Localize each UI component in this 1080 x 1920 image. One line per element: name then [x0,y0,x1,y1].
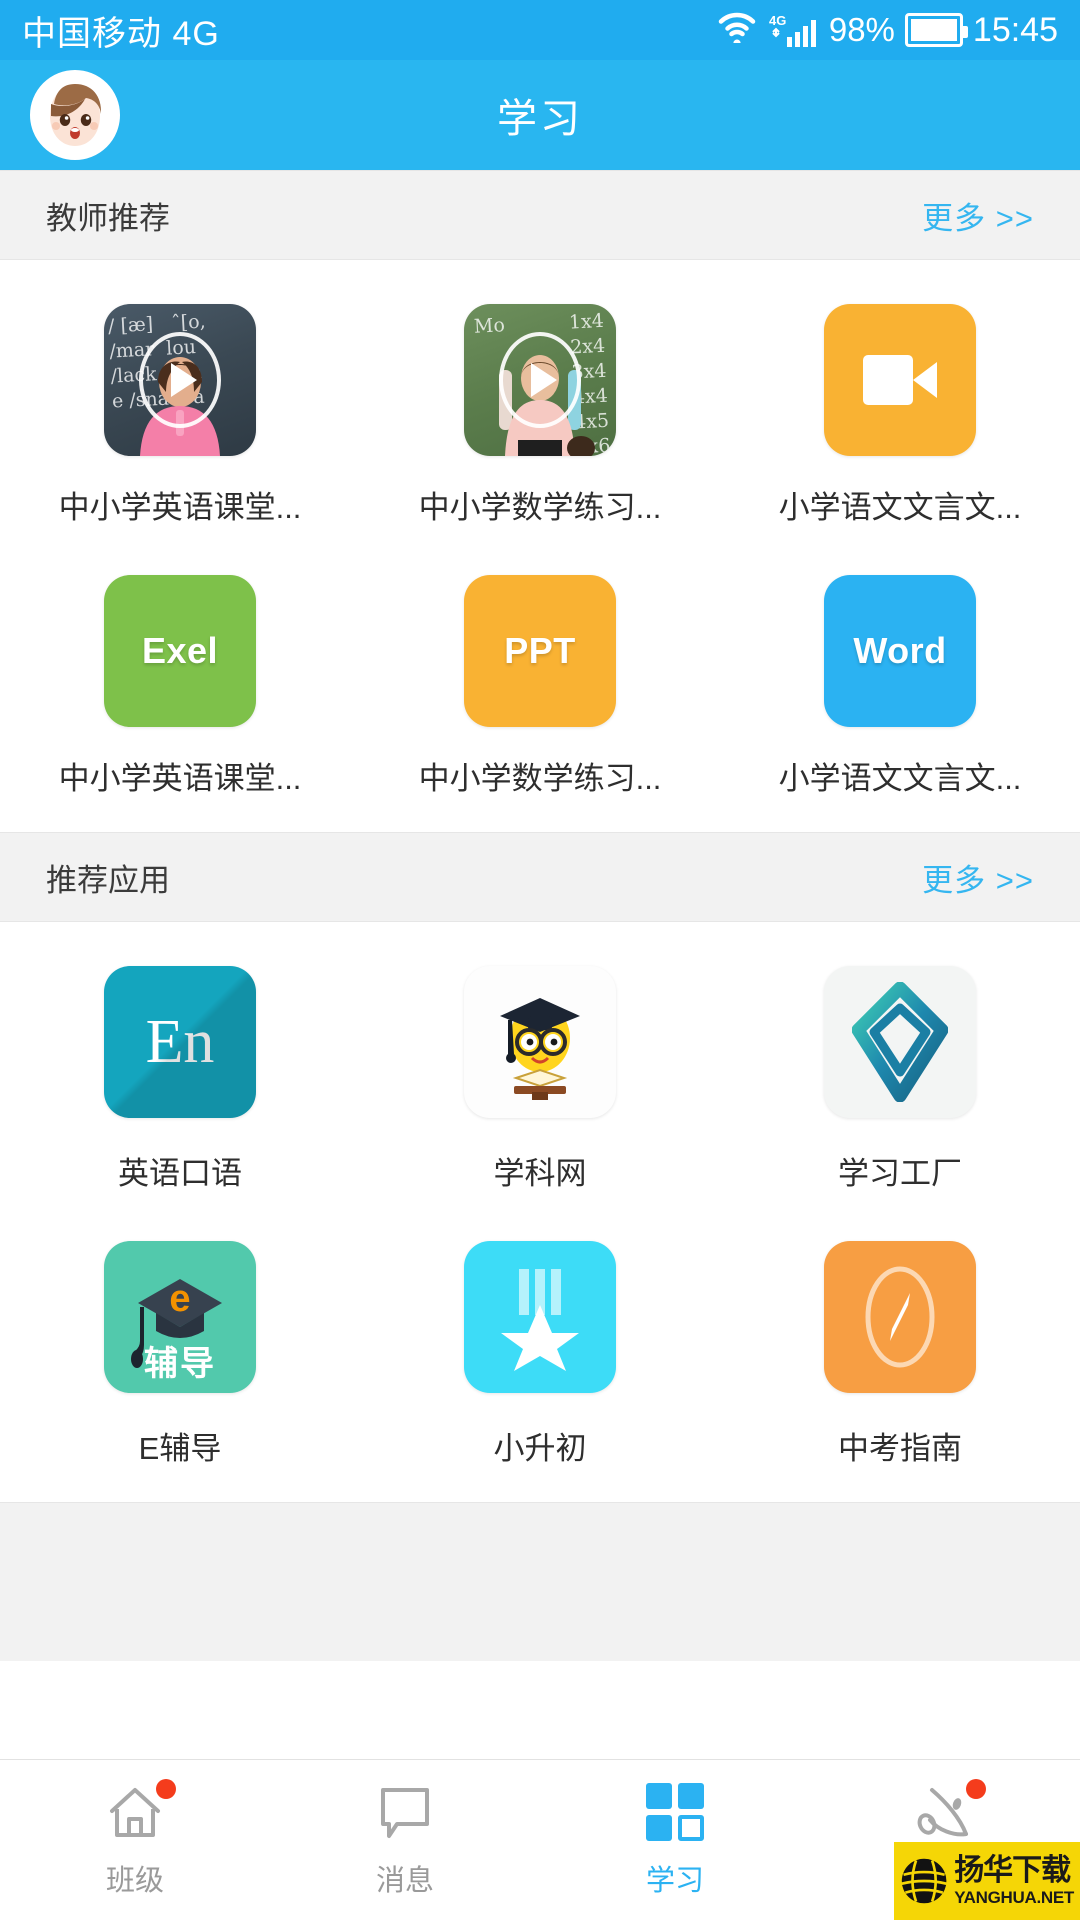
app-item-label: 中考指南 [838,1431,962,1466]
page-title: 学习 [497,97,583,141]
tab-study[interactable]: 学习 [540,1760,810,1920]
grid-row: En 英语口语 [0,944,1080,1219]
watermark-logo-icon [901,1858,947,1904]
more-link-teacher-recommend[interactable]: 更多 >> [922,193,1034,238]
app-item-label: 学习工厂 [838,1156,962,1191]
word-icon[interactable]: Word [824,575,976,727]
excel-icon[interactable]: Exel [104,575,256,727]
grid-item-label: 小学语文文言文... [778,761,1022,796]
section-header-recommend-apps: 推荐应用 更多 >> [0,832,1080,922]
app-item-label: E辅导 [138,1431,222,1466]
video-camera-icon[interactable] [824,304,976,456]
discover-icon [914,1779,986,1843]
wifi-icon [715,9,759,52]
grid-item[interactable]: 小学语文文言文... [720,282,1080,553]
grid-item[interactable]: / [æ] ˆ[o, /mar lou /lack coa e /sna ba … [0,282,360,553]
play-icon[interactable] [499,332,581,428]
english-speaking-icon[interactable]: En [104,966,256,1118]
section-title: 教师推荐 [46,200,170,236]
grid-icon [644,1781,706,1843]
teacher-recommend-grid: / [æ] ˆ[o, /mar lou /lack coa e /sna ba … [0,260,1080,832]
grid-item-label: 中小学数学练习... [418,761,662,796]
watermark: 扬华下载 YANGHUA.NET [894,1842,1080,1920]
battery-percent-label: 98% [828,11,895,48]
tile-text: PPT [504,630,576,671]
grid-item-label: 小学语文文言文... [778,490,1022,525]
svg-text:辅导: 辅导 [144,1345,216,1383]
status-icons: 4G 98% 15:45 [715,9,1058,52]
study-factory-icon[interactable] [824,966,976,1118]
medal-star-icon[interactable] [464,1241,616,1393]
section-title: 推荐应用 [46,862,170,898]
watermark-en-label: YANGHUA.NET [954,1888,1074,1907]
grid-row: Exel 中小学英语课堂... PPT 中小学数学练习... Word 小学语文… [0,553,1080,824]
signal-4g-icon: 4G [769,12,819,48]
ppt-icon[interactable]: PPT [464,575,616,727]
message-icon [374,1781,436,1843]
clock-label: 15:45 [972,10,1058,49]
watermark-cn-label: 扬华下载 [954,1854,1071,1887]
badge-dot [966,1779,986,1799]
grid-item-label: 中小学英语课堂... [58,490,302,525]
app-item[interactable]: En 英语口语 [0,944,360,1219]
video-thumbnail-english[interactable]: / [æ] ˆ[o, /mar lou /lack coa e /sna ba [104,304,256,456]
app-header: 学习 [0,60,1080,170]
app-item-label: 学科网 [493,1156,587,1191]
grid-row: / [æ] ˆ[o, /mar lou /lack coa e /sna ba … [0,282,1080,553]
app-item[interactable]: 中考指南 [720,1219,1080,1494]
tab-label: 学习 [645,1865,704,1897]
grid-item-label: 中小学数学练习... [418,490,662,525]
video-thumbnail-math[interactable]: 1x4 2x4 3x4 4x4 4x5 4x6 4x7= Mo [464,304,616,456]
app-item[interactable]: e 辅导 E辅导 [0,1219,360,1494]
grid-item-label: 中小学英语课堂... [58,761,302,796]
home-icon [104,1779,176,1843]
app-item-label: 小升初 [493,1431,587,1466]
tab-label: 班级 [105,1865,164,1897]
app-item[interactable]: 小升初 [360,1219,720,1494]
app-item[interactable]: 学科网 [360,944,720,1219]
tab-label: 消息 [375,1865,434,1897]
tab-class[interactable]: 班级 [0,1760,270,1920]
tab-messages[interactable]: 消息 [270,1760,540,1920]
bottom-filler [0,1502,1080,1661]
battery-icon [904,13,968,47]
svg-text:e: e [169,1278,190,1320]
app-item[interactable]: 学习工厂 [720,944,1080,1219]
svg-text:4G: 4G [769,13,786,28]
grid-row: e 辅导 E辅导 小升初 中考指南 [0,1219,1080,1494]
grid-item[interactable]: Exel 中小学英语课堂... [0,553,360,824]
grid-item[interactable]: 1x4 2x4 3x4 4x4 4x5 4x6 4x7= Mo 中小学数学练习.… [360,282,720,553]
grid-item[interactable]: PPT 中小学数学练习... [360,553,720,824]
zxxk-mascot-icon[interactable] [464,966,616,1118]
badge-dot [156,1779,176,1799]
play-icon[interactable] [139,332,221,428]
recommend-apps-grid: En 英语口语 [0,922,1080,1502]
tile-text: Exel [141,630,219,671]
status-bar: 中国移动 4G 4G 98% 15:45 [0,0,1080,60]
e-tutor-icon[interactable]: e 辅导 [104,1241,256,1393]
carrier-label: 中国移动 4G [22,14,220,53]
grid-item[interactable]: Word 小学语文文言文... [720,553,1080,824]
app-item-label: 英语口语 [118,1156,242,1191]
more-link-recommend-apps[interactable]: 更多 >> [922,855,1034,900]
tile-text: Word [853,630,947,671]
section-header-teacher-recommend: 教师推荐 更多 >> [0,170,1080,260]
avatar[interactable] [30,70,120,160]
compass-icon[interactable] [824,1241,976,1393]
